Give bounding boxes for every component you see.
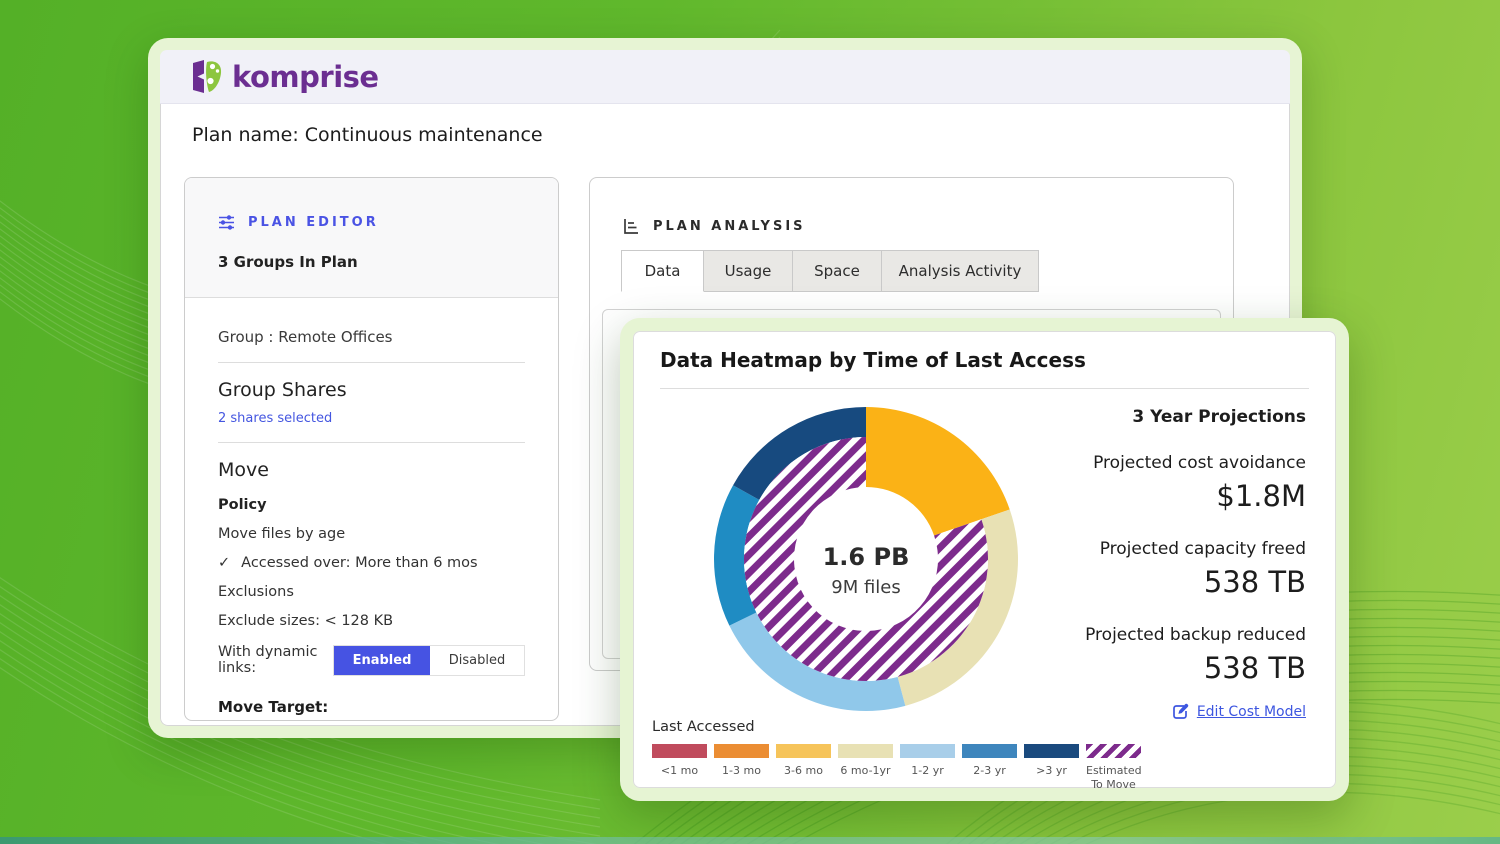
- heatmap-legend: Last Accessed <1 mo 1-3 mo 3-6 mo 6 mo-1yr 1…: [652, 719, 1141, 793]
- sliders-icon: [218, 214, 235, 231]
- tab-space[interactable]: Space: [792, 250, 882, 292]
- legend-label: 2-3 yr: [962, 764, 1017, 778]
- move-target-label: Move Target:: [218, 698, 525, 716]
- legend-swatch: [1024, 744, 1079, 758]
- komprise-logo-text: komprise: [232, 63, 379, 92]
- legend-label: Estimated To Move: [1086, 764, 1141, 793]
- plan-editor-body: Group : Remote Offices Group Shares 2 sh…: [185, 298, 558, 721]
- disabled-button[interactable]: Disabled: [430, 646, 524, 675]
- accessed-rule-text: Accessed over: More than 6 mos: [241, 555, 477, 571]
- heatmap-title: Data Heatmap by Time of Last Access: [660, 348, 1086, 372]
- shares-selected-link[interactable]: 2 shares selected: [218, 411, 525, 426]
- plan-editor-card: PLAN EDITOR 3 Groups In Plan Group : Rem…: [184, 177, 559, 721]
- legend-item-estimated-to-move: Estimated To Move: [1086, 744, 1141, 793]
- check-icon: ✓: [218, 555, 230, 571]
- projection-value: 538 TB: [1085, 651, 1306, 685]
- tab-data[interactable]: Data: [621, 250, 704, 292]
- heatmap-donut-chart: 1.6 PB 9M files: [711, 404, 1021, 714]
- plan-analysis-tabs: DataUsageSpaceAnalysis Activity: [621, 250, 1039, 292]
- legend-label: 1-3 mo: [714, 764, 769, 778]
- exclude-sizes-text: Exclude sizes: < 128 KB: [218, 613, 525, 629]
- heatmap-card: Data Heatmap by Time of Last Access 1.6 …: [620, 318, 1349, 801]
- edit-cost-model-text[interactable]: Edit Cost Model: [1197, 704, 1306, 720]
- legend-label: 3-6 mo: [776, 764, 831, 778]
- divider: [218, 362, 525, 363]
- exclusions-label: Exclusions: [218, 584, 525, 600]
- projection-label: Projected cost avoidance: [1085, 453, 1306, 473]
- divider: [218, 442, 525, 443]
- edit-pencil-icon: [1172, 703, 1189, 720]
- projection-value: $1.8M: [1085, 479, 1306, 513]
- komprise-logo-mark: [191, 59, 225, 95]
- policy-label: Policy: [218, 497, 525, 513]
- group-name-label: Group : Remote Offices: [218, 328, 525, 346]
- edit-cost-model-link[interactable]: Edit Cost Model: [1085, 703, 1306, 720]
- projection-label: Projected backup reduced: [1085, 625, 1306, 645]
- dynamic-links-row: With dynamic links: Enabled Disabled: [218, 644, 525, 676]
- legend-swatch: [838, 744, 893, 758]
- legend-item-1-2-yr: 1-2 yr: [900, 744, 955, 793]
- legend-label: >3 yr: [1024, 764, 1079, 778]
- legend-swatch: [1086, 744, 1141, 758]
- dynamic-links-toggle: Enabled Disabled: [333, 645, 525, 676]
- donut-center-primary: 1.6 PB: [823, 543, 910, 571]
- legend-swatch: [776, 744, 831, 758]
- screenshot-stage: komprise Plan name: Continuous maintenan…: [0, 0, 1500, 844]
- dynamic-links-label: With dynamic links:: [218, 644, 321, 676]
- legend-item-1-3-mo: 1-3 mo: [714, 744, 769, 793]
- projection-value: 538 TB: [1085, 565, 1306, 599]
- plan-analysis-title: PLAN ANALYSIS: [653, 219, 806, 234]
- plan-name-heading: Plan name: Continuous maintenance: [192, 124, 543, 146]
- bar-chart-icon: [623, 218, 640, 235]
- legend-swatch: [652, 744, 707, 758]
- tab-analysis-activity[interactable]: Analysis Activity: [881, 250, 1039, 292]
- legend-item-1-mo: <1 mo: [652, 744, 707, 793]
- group-shares-title: Group Shares: [218, 379, 525, 401]
- komprise-logo: komprise: [191, 59, 379, 95]
- legend-swatch: [962, 744, 1017, 758]
- legend-label: 1-2 yr: [900, 764, 955, 778]
- legend-item-6-mo-1yr: 6 mo-1yr: [838, 744, 893, 793]
- legend-title: Last Accessed: [652, 719, 1141, 735]
- divider: [660, 388, 1309, 389]
- legend-swatch: [714, 744, 769, 758]
- projection-label: Projected capacity freed: [1085, 539, 1306, 559]
- groups-in-plan-summary: 3 Groups In Plan: [218, 253, 525, 271]
- tab-usage[interactable]: Usage: [703, 250, 793, 292]
- donut-center-secondary: 9M files: [831, 577, 901, 598]
- accessed-rule-row: ✓ Accessed over: More than 6 mos: [218, 555, 525, 571]
- projections-title: 3 Year Projections: [1085, 407, 1306, 427]
- legend-item-3-yr: >3 yr: [1024, 744, 1079, 793]
- legend-label: <1 mo: [652, 764, 707, 778]
- legend-label: 6 mo-1yr: [838, 764, 893, 778]
- policy-rule: Move files by age: [218, 526, 525, 542]
- enabled-button[interactable]: Enabled: [334, 646, 430, 675]
- legend-swatch: [900, 744, 955, 758]
- legend-item-2-3-yr: 2-3 yr: [962, 744, 1017, 793]
- donut-segment-3-6-mo: [866, 407, 1010, 536]
- plan-editor-title: PLAN EDITOR: [248, 215, 379, 230]
- app-header-bar: komprise: [160, 50, 1290, 104]
- legend-item-3-6-mo: 3-6 mo: [776, 744, 831, 793]
- plan-editor-header: PLAN EDITOR 3 Groups In Plan: [185, 178, 558, 298]
- projections-panel: 3 Year Projections Projected cost avoida…: [1085, 407, 1306, 720]
- move-section-title: Move: [218, 459, 525, 481]
